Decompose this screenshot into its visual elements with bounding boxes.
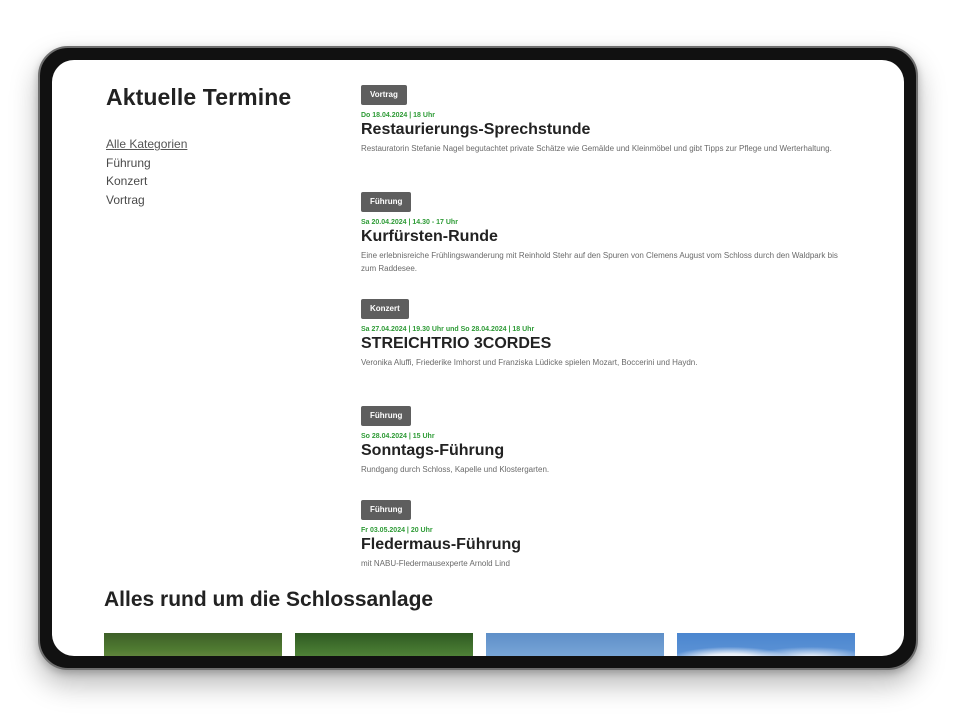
event-item: Vortrag Do 18.04.2024 | 18 Uhr Restaurie…	[361, 84, 851, 191]
event-title[interactable]: Kurfürsten-Runde	[361, 227, 851, 247]
event-date: So 28.04.2024 | 15 Uhr	[361, 433, 435, 440]
event-description: Veronika Aluffi, Friederike Imhorst und …	[361, 358, 698, 367]
event-tag[interactable]: Vortrag	[361, 85, 407, 105]
category-fuehrung[interactable]: Führung	[106, 154, 326, 173]
sidebar: Aktuelle Termine Alle Kategorien Führung…	[106, 84, 326, 209]
category-konzert[interactable]: Konzert	[106, 172, 326, 191]
event-tag[interactable]: Führung	[361, 192, 412, 212]
tablet-screen: Aktuelle Termine Alle Kategorien Führung…	[52, 60, 904, 656]
event-description: mit NABU-Fledermausexperte Arnold Lind	[361, 559, 510, 568]
gallery-image-trees[interactable]	[295, 633, 473, 656]
event-list: Vortrag Do 18.04.2024 | 18 Uhr Restaurie…	[361, 84, 851, 606]
event-description: Eine erlebnisreiche Frühlingswanderung m…	[361, 251, 838, 273]
event-tag[interactable]: Führung	[361, 406, 412, 426]
event-tag[interactable]: Führung	[361, 500, 412, 520]
event-date: Sa 20.04.2024 | 14.30 - 17 Uhr	[361, 219, 458, 226]
gallery-image-sky[interactable]	[486, 633, 664, 656]
gallery-image-garden[interactable]	[104, 633, 282, 656]
event-title[interactable]: Sonntags-Führung	[361, 441, 851, 461]
event-item: Führung So 28.04.2024 | 15 Uhr Sonntags-…	[361, 405, 851, 499]
event-description: Restauratorin Stefanie Nagel begutachtet…	[361, 144, 832, 153]
gallery-image-clouds[interactable]	[677, 633, 855, 656]
section-title: Alles rund um die Schlossanlage	[104, 588, 434, 611]
event-item: Konzert Sa 27.04.2024 | 19.30 Uhr und So…	[361, 298, 851, 405]
event-date: Sa 27.04.2024 | 19.30 Uhr und So 28.04.2…	[361, 326, 535, 333]
category-list: Alle Kategorien Führung Konzert Vortrag	[106, 135, 326, 209]
event-date: Fr 03.05.2024 | 20 Uhr	[361, 527, 433, 534]
event-tag[interactable]: Konzert	[361, 299, 409, 319]
page-title: Aktuelle Termine	[106, 84, 292, 110]
event-description: Rundgang durch Schloss, Kapelle und Klos…	[361, 465, 550, 474]
category-all[interactable]: Alle Kategorien	[106, 135, 326, 154]
event-item: Führung Fr 03.05.2024 | 20 Uhr Fledermau…	[361, 499, 851, 606]
category-vortrag[interactable]: Vortrag	[106, 191, 326, 210]
event-title[interactable]: Restaurierungs-Sprechstunde	[361, 120, 851, 140]
event-date: Do 18.04.2024 | 18 Uhr	[361, 112, 435, 119]
event-item: Führung Sa 20.04.2024 | 14.30 - 17 Uhr K…	[361, 191, 851, 298]
event-title[interactable]: STREICHTRIO 3CORDES	[361, 334, 851, 354]
event-title[interactable]: Fledermaus-Führung	[361, 535, 851, 555]
tablet-frame: Aktuelle Termine Alle Kategorien Führung…	[38, 46, 918, 670]
